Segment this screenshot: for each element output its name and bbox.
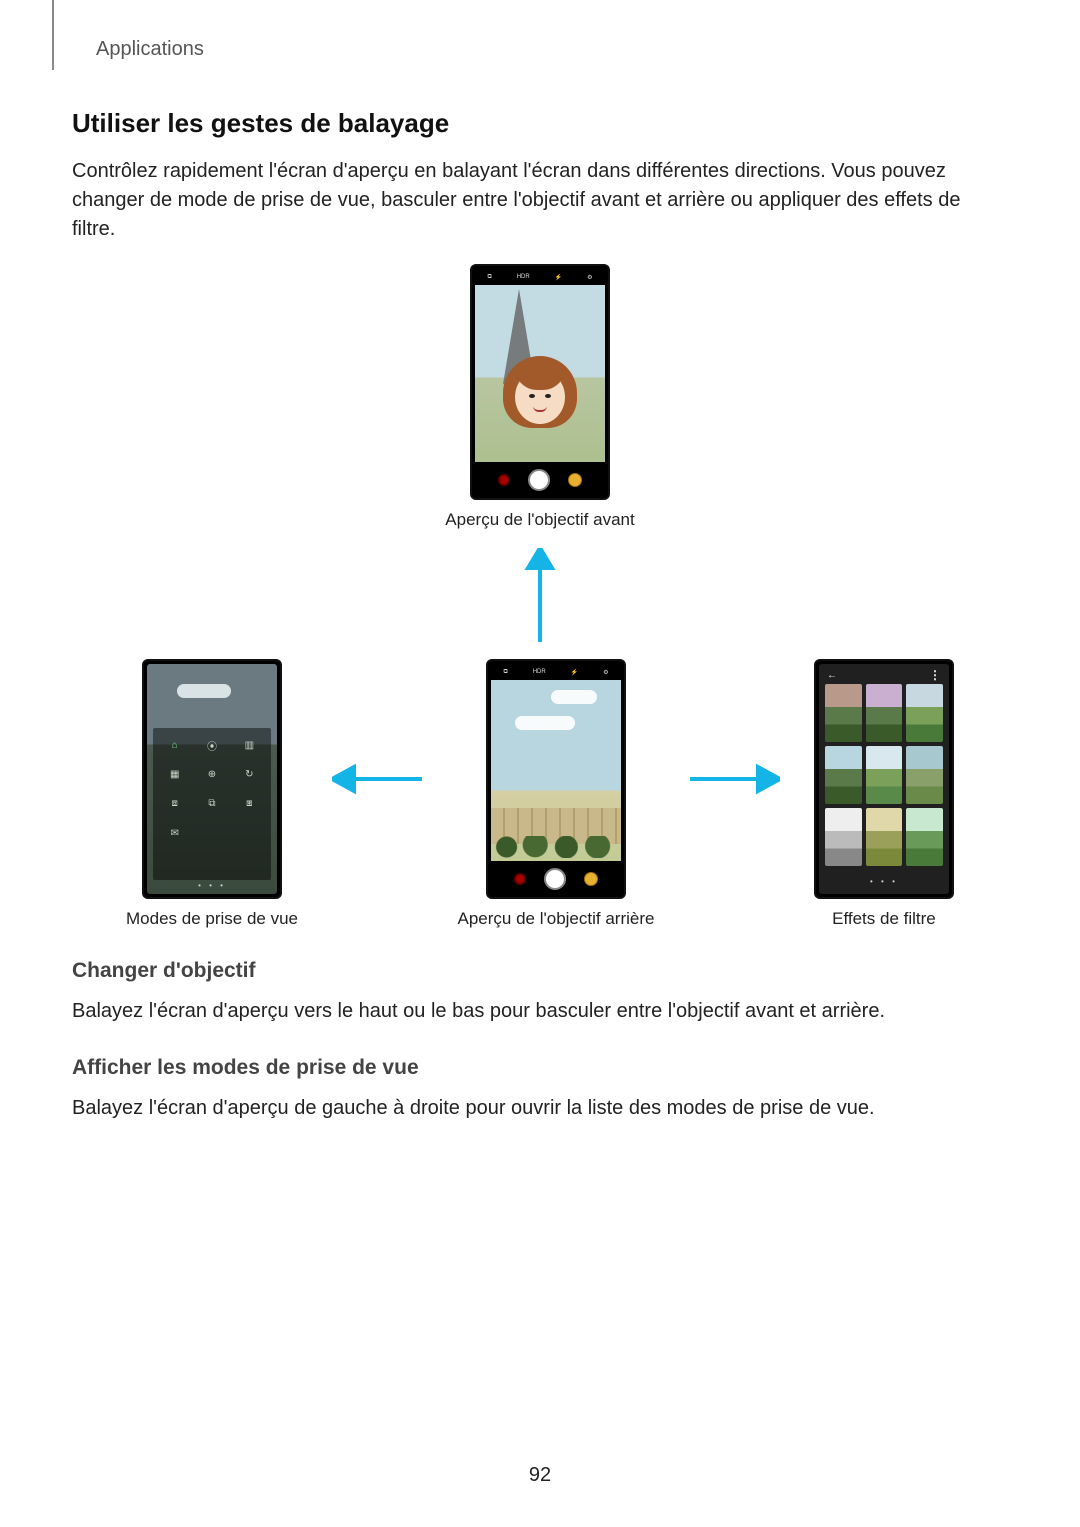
phone-screen: ⌂ ⦿ ▥ ▦ ⊕ ↻ ⧈ ⧉ ⧆ ✉ • • • xyxy=(147,664,277,894)
shutter-icon xyxy=(528,469,550,491)
phone-front-preview: ⧉ HDR ⚡ ⚙ xyxy=(470,264,610,500)
body-change-lens: Balayez l'écran d'aperçu vers le haut ou… xyxy=(72,997,1008,1026)
effects-icon xyxy=(584,872,598,886)
gear-icon: ⚙ xyxy=(603,669,608,676)
mode-cell: ⧈ xyxy=(159,792,190,815)
mode-cell: ⧆ xyxy=(234,792,265,815)
mode-cell: ↻ xyxy=(234,763,265,786)
phone-filters: ← ⋮ • • • xyxy=(814,659,954,899)
filter-thumb xyxy=(825,684,862,742)
caption-modes: Modes de prise de vue xyxy=(126,909,298,929)
modes-grid: ⌂ ⦿ ▥ ▦ ⊕ ↻ ⧈ ⧉ ⧆ ✉ xyxy=(153,728,271,880)
filters-grid xyxy=(825,684,943,866)
shutter-icon xyxy=(544,868,566,890)
mode-cell: ▦ xyxy=(159,763,190,786)
mode-cell: ⧉ xyxy=(196,792,227,815)
subheading-show-modes: Afficher les modes de prise de vue xyxy=(72,1056,1008,1080)
caption-rear: Aperçu de l'objectif arrière xyxy=(458,909,655,929)
face-illustration xyxy=(503,356,577,444)
filter-thumb xyxy=(866,684,903,742)
page-dots: • • • xyxy=(819,877,949,886)
caption-filters: Effets de filtre xyxy=(832,909,936,929)
mode-cell: ⊕ xyxy=(196,763,227,786)
rear-preview-stack: ⧉ HDR ⚡ ⚙ Aperçu de l'objectif arrière xyxy=(458,659,655,929)
bottom-row: ⌂ ⦿ ▥ ▦ ⊕ ↻ ⧈ ⧉ ⧆ ✉ • • • xyxy=(72,659,1008,929)
filter-thumb xyxy=(866,808,903,866)
mode-cell: ⌂ xyxy=(159,734,190,757)
filter-thumb xyxy=(825,746,862,804)
flash-icon: ⚡ xyxy=(571,669,578,676)
page-dots: • • • xyxy=(147,881,277,890)
menu-icon: ⋮ xyxy=(929,668,941,682)
intro-paragraph: Contrôlez rapidement l'écran d'aperçu en… xyxy=(72,157,1008,244)
filter-thumb xyxy=(906,684,943,742)
hdr-label: HDR xyxy=(533,669,546,675)
phone-screen xyxy=(491,664,621,894)
arrow-left xyxy=(332,659,424,899)
resize-icon: ⧉ xyxy=(487,274,491,281)
cloud-icon xyxy=(515,716,575,730)
back-icon: ← xyxy=(827,670,837,681)
effects-icon xyxy=(568,473,582,487)
page-number: 92 xyxy=(0,1464,1080,1487)
modes-stack: ⌂ ⦿ ▥ ▦ ⊕ ↻ ⧈ ⧉ ⧆ ✉ • • • xyxy=(126,659,298,929)
arrow-up xyxy=(72,548,1008,649)
filter-thumb xyxy=(906,746,943,804)
page-title: Utiliser les gestes de balayage xyxy=(72,108,1008,139)
subheading-change-lens: Changer d'objectif xyxy=(72,959,1008,983)
header-rule xyxy=(52,0,54,70)
mode-cell: ▥ xyxy=(234,734,265,757)
phone-rear-preview: ⧉ HDR ⚡ ⚙ xyxy=(486,659,626,899)
shutter-bar xyxy=(472,462,608,498)
flash-icon: ⚡ xyxy=(555,274,562,281)
phone-screen: ← ⋮ • • • xyxy=(819,664,949,894)
filter-thumb xyxy=(825,808,862,866)
camera-top-bar: ⧉ HDR ⚡ ⚙ xyxy=(491,664,621,680)
front-preview-stack: ⧉ HDR ⚡ ⚙ Aperçu de l'objectif avant xyxy=(72,264,1008,530)
cloud-icon xyxy=(551,690,597,704)
arrow-right xyxy=(688,659,780,899)
hdr-label: HDR xyxy=(517,274,530,280)
mode-cell: ✉ xyxy=(159,822,190,845)
gear-icon: ⚙ xyxy=(587,274,592,281)
caption-front: Aperçu de l'objectif avant xyxy=(445,510,634,530)
mode-cell: ⦿ xyxy=(196,734,227,757)
record-icon xyxy=(514,873,526,885)
page-content: Utiliser les gestes de balayage Contrôle… xyxy=(72,108,1008,1143)
shutter-bar xyxy=(488,861,624,897)
record-icon xyxy=(498,474,510,486)
figure-block: ⧉ HDR ⚡ ⚙ Aperçu de l'objectif avant xyxy=(72,264,1008,929)
body-show-modes: Balayez l'écran d'aperçu de gauche à dro… xyxy=(72,1094,1008,1123)
camera-top-bar: ⧉ HDR ⚡ ⚙ xyxy=(475,269,605,285)
filters-stack: ← ⋮ • • • xyxy=(814,659,954,929)
trees-illustration xyxy=(491,836,621,858)
phone-modes: ⌂ ⦿ ▥ ▦ ⊕ ↻ ⧈ ⧉ ⧆ ✉ • • • xyxy=(142,659,282,899)
filter-thumb xyxy=(866,746,903,804)
resize-icon: ⧉ xyxy=(503,669,507,676)
filter-thumb xyxy=(906,808,943,866)
cloud-icon xyxy=(177,684,231,698)
section-header: Applications xyxy=(96,38,204,61)
